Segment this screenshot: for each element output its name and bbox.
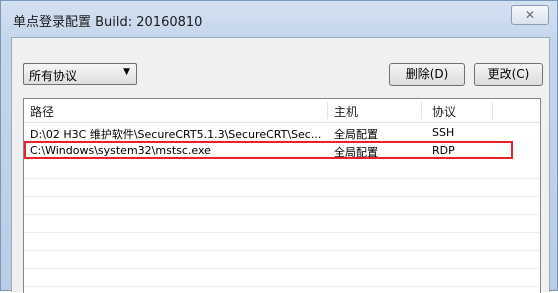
highlight-annotation [24, 141, 513, 159]
row-divider [24, 214, 540, 215]
dialog-body: 所有协议 ▼ 删除(D) 更改(C) 路径 主机 协议 D:\02 H3C 维护… [11, 37, 550, 293]
column-header-host[interactable]: 主机 [334, 103, 358, 120]
close-button[interactable]: ✕ [511, 5, 549, 25]
protocol-filter-value: 所有协议 [29, 69, 78, 83]
chevron-down-icon: ▼ [123, 67, 130, 77]
row-divider [24, 268, 540, 269]
row-divider [24, 286, 540, 287]
sso-entry-list[interactable]: 路径 主机 协议 D:\02 H3C 维护软件\SecureCRT5.1.3\S… [23, 98, 541, 293]
row-host: 全局配置 [334, 128, 378, 141]
sso-config-window: 单点登录配置 Build: 20160810 ✕ 所有协议 ▼ 删除(D) 更改… [0, 0, 558, 293]
row-divider [24, 196, 540, 197]
column-divider[interactable] [421, 102, 422, 119]
row-divider [24, 250, 540, 251]
protocol-filter-dropdown[interactable]: 所有协议 ▼ [23, 63, 137, 85]
column-header-protocol[interactable]: 协议 [432, 103, 456, 120]
column-header-path[interactable]: 路径 [30, 103, 54, 120]
close-icon: ✕ [524, 8, 536, 22]
title-bar: 单点登录配置 Build: 20160810 ✕ [1, 1, 558, 37]
modify-button[interactable]: 更改(C) [474, 63, 543, 86]
row-protocol: SSH [432, 126, 455, 139]
delete-button[interactable]: 删除(D) [389, 63, 465, 86]
row-path: D:\02 H3C 维护软件\SecureCRT5.1.3\SecureCRT\… [30, 128, 322, 141]
column-divider[interactable] [492, 102, 493, 119]
list-header: 路径 主机 协议 [24, 99, 540, 123]
row-divider [24, 232, 540, 233]
window-title: 单点登录配置 Build: 20160810 [13, 15, 203, 30]
table-row[interactable]: D:\02 H3C 维护软件\SecureCRT5.1.3\SecureCRT\… [24, 124, 540, 142]
column-divider[interactable] [327, 102, 328, 119]
row-divider [24, 178, 540, 179]
